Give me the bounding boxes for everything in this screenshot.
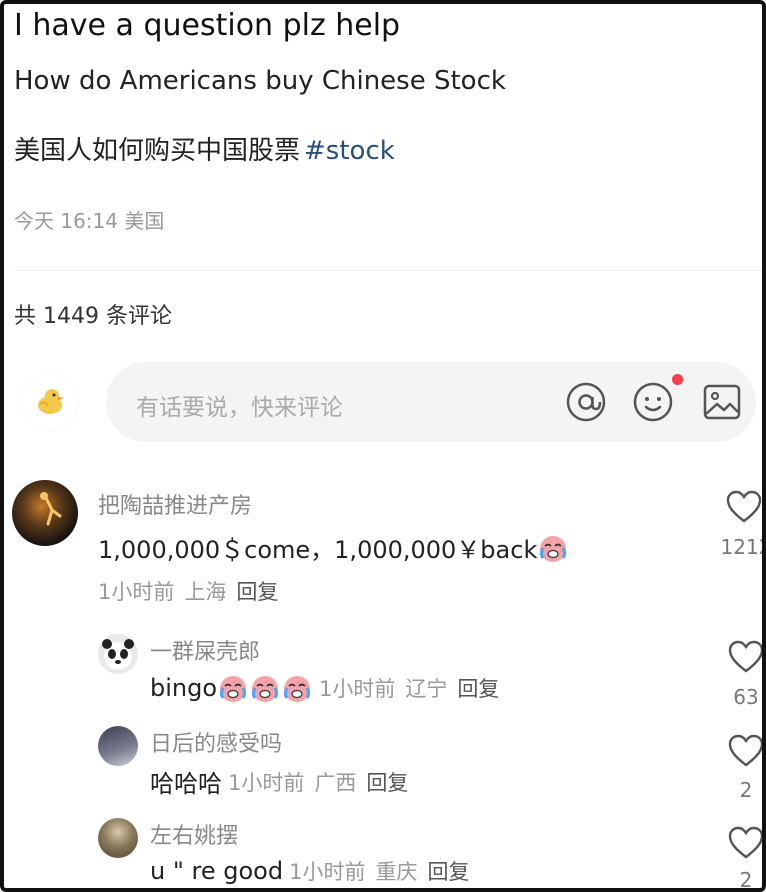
like-heart-icon[interactable] xyxy=(728,734,764,768)
comment-text: 1,000,000＄come，1,000,000￥back xyxy=(98,530,569,565)
comment-input-placeholder: 有话要说，快来评论 xyxy=(136,395,343,421)
crying-laughing-emoji-icon xyxy=(540,535,567,562)
reply-button[interactable]: 回复 xyxy=(457,677,499,701)
reply-button[interactable]: 回复 xyxy=(236,580,278,604)
reply-location: 辽宁 xyxy=(405,677,448,701)
screenshot-frame: I have a question plz help How do Americ… xyxy=(0,0,766,892)
comment-username[interactable]: 把陶喆推进产房 xyxy=(98,488,252,520)
comment-text-content: 1,000,000＄come，1,000,000￥back xyxy=(98,536,538,564)
reply-time: 1小时前 xyxy=(289,860,366,884)
comment-meta: 1小时前 上海 回复 xyxy=(98,576,278,606)
emoji-icon[interactable] xyxy=(631,380,675,424)
reply-button[interactable]: 回复 xyxy=(366,771,408,795)
reply-location: 重庆 xyxy=(375,860,418,884)
reply-avatar[interactable] xyxy=(98,634,138,674)
reply-meta: 1小时前 重庆 回复 xyxy=(289,856,469,886)
reply-text-content: bingo xyxy=(150,674,218,702)
reply-username[interactable]: 日后的感受吗 xyxy=(150,726,282,758)
avatar-figure-icon xyxy=(40,492,62,526)
post-meta: 今天 16:14 美国 xyxy=(14,209,165,233)
post-title: I have a question plz help xyxy=(14,8,401,43)
reply-avatar[interactable] xyxy=(98,726,138,766)
crying-laughing-emoji-icon xyxy=(252,676,279,702)
reply-text: u " re good 1小时前 重庆 回复 xyxy=(150,856,469,886)
reply-location: 广西 xyxy=(314,770,357,795)
like-count: 63 xyxy=(733,685,759,709)
like-count: 2 xyxy=(739,868,753,892)
like-heart-icon[interactable] xyxy=(728,826,764,860)
comment-input[interactable]: 有话要说，快来评论 xyxy=(106,362,756,442)
like-heart-icon[interactable] xyxy=(726,490,762,524)
divider xyxy=(14,270,762,271)
like-count: 1212 xyxy=(720,535,762,559)
like-count: 2 xyxy=(739,778,753,802)
at-icon[interactable] xyxy=(564,380,608,424)
reply-button[interactable]: 回复 xyxy=(427,860,469,884)
reply-time: 1小时前 xyxy=(319,677,396,701)
reply-text-content: u " re good xyxy=(150,857,284,885)
panda-avatar-icon xyxy=(102,639,134,670)
hashtag-link[interactable]: #stock xyxy=(304,136,395,166)
reply-avatar[interactable] xyxy=(98,818,138,858)
reply-username[interactable]: 一群屎壳郎 xyxy=(150,634,260,666)
post-subtitle: How do Americans buy Chinese Stock xyxy=(14,66,506,96)
reply-text: 哈哈哈 1小时前 广西 回复 xyxy=(150,764,408,799)
reply-time: 1小时前 xyxy=(228,770,305,795)
crying-laughing-emoji-icon xyxy=(220,676,247,702)
comment-count: 共 1449 条评论 xyxy=(14,304,172,329)
like-heart-icon[interactable] xyxy=(728,640,764,674)
comment-time: 1小时前 xyxy=(98,580,175,604)
crying-laughing-emoji-icon xyxy=(284,676,311,702)
image-icon[interactable] xyxy=(700,380,744,424)
commenter-avatar[interactable] xyxy=(12,480,78,546)
reply-meta: 1小时前 广西 回复 xyxy=(228,767,408,797)
reply-text: bingo 1小时前 辽宁 回复 xyxy=(150,672,499,704)
duck-avatar-icon xyxy=(38,389,64,414)
notification-dot xyxy=(672,374,683,385)
post-body-text: 美国人如何购买中国股票 xyxy=(14,136,301,166)
reply-username[interactable]: 左右姚摆 xyxy=(150,818,238,850)
reply-meta: 1小时前 辽宁 回复 xyxy=(319,673,499,703)
reply-text-content: 哈哈哈 xyxy=(150,770,222,798)
my-avatar[interactable] xyxy=(22,374,78,430)
post-body: 美国人如何购买中国股票 #stock xyxy=(14,130,395,167)
comment-location: 上海 xyxy=(184,580,227,604)
